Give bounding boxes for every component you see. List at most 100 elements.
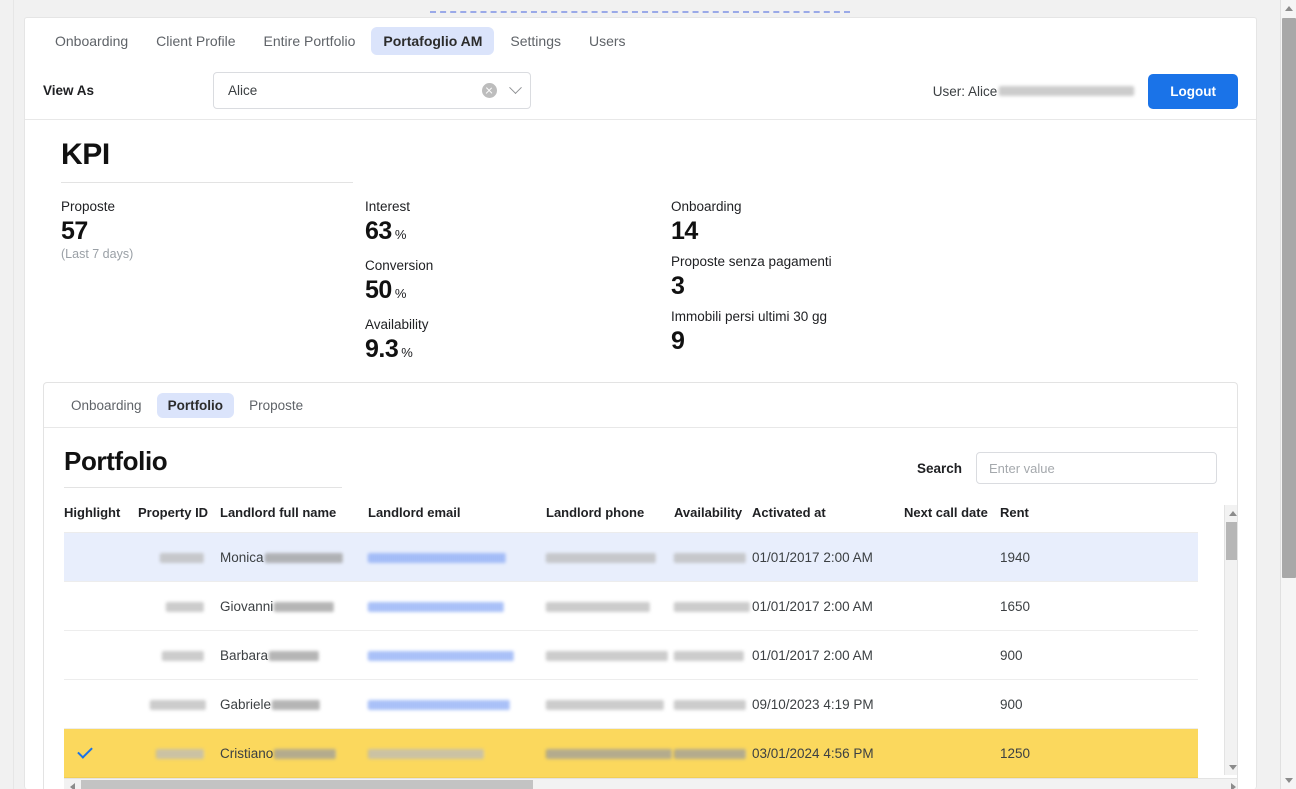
grid-scroll-right-arrow-icon[interactable]	[1225, 779, 1237, 789]
column-header-next-call-date[interactable]: Next call date	[904, 505, 1000, 533]
app-card: Onboarding Client Profile Entire Portfol…	[24, 17, 1257, 789]
column-header-highlight[interactable]: Highlight	[64, 505, 138, 533]
kpi-number: 50	[365, 276, 392, 304]
clear-circle-icon[interactable]	[482, 83, 497, 98]
redacted-phone	[546, 601, 650, 612]
cell-highlight[interactable]	[64, 679, 138, 729]
cell-landlord-full-name: Barbara	[220, 630, 368, 680]
kpi-unit: %	[394, 227, 407, 242]
kpi-item-immobili-persi: Immobili persi ultimi 30 gg 9	[671, 307, 1071, 356]
cell-highlight[interactable]	[64, 581, 138, 631]
redacted-value	[156, 748, 204, 759]
cell-rent: 1940	[1000, 532, 1198, 582]
scroll-up-arrow-icon[interactable]	[1281, 0, 1296, 17]
grid-horizontal-scrollbar-thumb[interactable]	[81, 780, 533, 789]
view-as-selected-value: Alice	[228, 83, 258, 98]
column-header-landlord-full-name[interactable]: Landlord full name	[220, 505, 368, 533]
cell-landlord-email[interactable]	[368, 728, 546, 778]
chevron-down-icon[interactable]	[509, 81, 522, 95]
column-header-property-id[interactable]: Property ID	[138, 505, 220, 533]
kpi-label: Onboarding	[671, 199, 742, 214]
kpi-item-availability: Availability 9.3%	[365, 315, 671, 368]
kpi-number: 9.3	[365, 335, 399, 363]
cell-landlord-phone	[546, 679, 674, 729]
cell-highlight[interactable]	[64, 532, 138, 582]
grid-scroll-down-arrow-icon[interactable]	[1225, 759, 1237, 775]
table-row[interactable]: Gabriele 09/10/2023 4:19 PM 900	[64, 679, 1198, 729]
column-header-activated-at[interactable]: Activated at	[752, 505, 904, 533]
cell-landlord-phone	[546, 630, 674, 680]
cell-property-id	[138, 630, 220, 680]
redacted-phone	[546, 552, 656, 563]
grid-vertical-scrollbar-thumb[interactable]	[1226, 522, 1237, 560]
cell-availability	[674, 630, 752, 680]
panel-tab-onboarding[interactable]: Onboarding	[60, 393, 153, 418]
view-as-select[interactable]: Alice	[213, 72, 531, 109]
grid-vertical-scrollbar[interactable]	[1224, 505, 1237, 775]
cell-next-call-date	[904, 581, 1000, 631]
browser-scrollbar-thumb[interactable]	[1282, 18, 1296, 578]
redacted-surname	[264, 552, 343, 563]
redacted-email	[368, 748, 484, 759]
cell-landlord-email[interactable]	[368, 581, 546, 631]
redacted-surname	[272, 699, 321, 710]
redacted-value	[150, 699, 206, 710]
browser-vertical-scrollbar[interactable]	[1280, 0, 1296, 789]
nav-tab-portafoglio-am[interactable]: Portafoglio AM	[371, 26, 495, 55]
nav-tab-entire-portfolio[interactable]: Entire Portfolio	[252, 27, 368, 55]
redacted-availability	[674, 601, 750, 612]
panel-tabs: Onboarding Portfolio Proposte	[44, 383, 1237, 428]
grid-scroll-left-arrow-icon[interactable]	[64, 779, 80, 789]
portfolio-panel: Onboarding Portfolio Proposte Portfolio …	[43, 382, 1238, 789]
cell-landlord-full-name: Monica	[220, 532, 368, 582]
column-header-landlord-phone[interactable]: Landlord phone	[546, 505, 674, 533]
kpi-label: Immobili persi ultimi 30 gg	[671, 309, 828, 324]
page-root: Onboarding Client Profile Entire Portfol…	[0, 0, 1296, 789]
cell-landlord-email[interactable]	[368, 630, 546, 680]
check-icon	[77, 742, 93, 759]
kpi-number: 9	[671, 327, 685, 355]
drop-indicator-line	[430, 11, 850, 13]
grid-scroll-area: Highlight Property ID Landlord full name…	[64, 505, 1237, 778]
kpi-label: Availability	[365, 317, 429, 332]
kpi-number: 57	[61, 217, 88, 245]
account-area: User: Alice Logout	[933, 62, 1238, 120]
kpi-number: 14	[671, 217, 698, 245]
user-name-text: User: Alice	[932, 83, 998, 99]
column-header-landlord-email[interactable]: Landlord email	[368, 505, 546, 533]
column-header-availability[interactable]: Availability	[674, 505, 752, 533]
cell-rent: 1650	[1000, 581, 1198, 631]
cell-rent: 900	[1000, 630, 1198, 680]
cell-landlord-email[interactable]	[368, 532, 546, 582]
panel-tab-proposte[interactable]: Proposte	[238, 393, 314, 418]
cell-activated-at: 09/10/2023 4:19 PM	[752, 679, 904, 729]
cell-highlight[interactable]	[64, 630, 138, 680]
grid-horizontal-scrollbar[interactable]	[64, 778, 1237, 789]
redacted-email	[368, 650, 514, 661]
cell-next-call-date	[904, 679, 1000, 729]
kpi-value: 9.3%	[365, 334, 671, 368]
nav-tab-settings[interactable]: Settings	[498, 27, 573, 55]
kpi-value: 14	[671, 216, 1071, 246]
search-input[interactable]	[976, 452, 1217, 484]
logout-button[interactable]: Logout	[1148, 73, 1238, 109]
nav-tab-client-profile[interactable]: Client Profile	[144, 27, 247, 55]
table-row[interactable]: Cristiano 03/01/2024 4:56 PM 1250	[64, 728, 1198, 778]
cell-landlord-email[interactable]	[368, 679, 546, 729]
redacted-phone	[546, 650, 668, 661]
column-header-rent[interactable]: Rent	[1000, 505, 1198, 533]
cell-highlight[interactable]	[64, 728, 138, 778]
table-row[interactable]: Monica 01/01/2017 2:00 AM 1940	[64, 532, 1198, 582]
table-row[interactable]: Giovanni 01/01/2017 2:00 AM 1650	[64, 581, 1198, 631]
nav-tab-users[interactable]: Users	[577, 27, 638, 55]
table-row[interactable]: Barbara 01/01/2017 2:00 AM 900	[64, 630, 1198, 680]
table-body: Monica 01/01/2017 2:00 AM 1940 Giovanni …	[64, 532, 1198, 778]
nav-tab-onboarding[interactable]: Onboarding	[43, 27, 140, 55]
panel-tab-portfolio[interactable]: Portfolio	[156, 392, 235, 418]
cell-activated-at: 01/01/2017 2:00 AM	[752, 581, 904, 631]
kpi-value: 50%	[365, 275, 671, 309]
grid-scroll-up-arrow-icon[interactable]	[1225, 505, 1237, 521]
scroll-down-arrow-icon[interactable]	[1281, 772, 1296, 789]
redacted-user-detail	[999, 86, 1135, 96]
kpi-item-onboarding: Onboarding 14	[671, 197, 1071, 246]
